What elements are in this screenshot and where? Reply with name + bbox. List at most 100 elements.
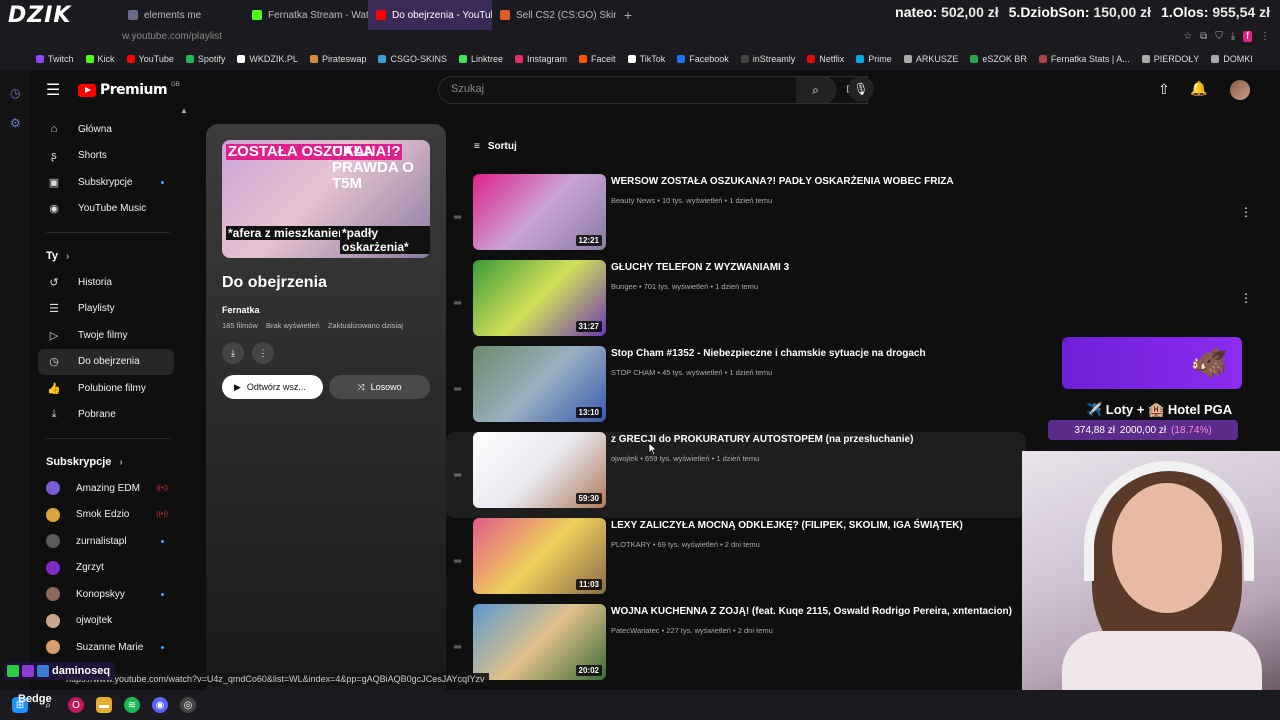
playlist-more-button[interactable]: ⋮ bbox=[252, 342, 274, 364]
subscription-item[interactable]: Smok Edzio ((•)) bbox=[30, 502, 186, 529]
upload-icon[interactable]: ⇧ bbox=[1158, 81, 1170, 98]
browser-tab[interactable]: Do obejrzenia - YouTube bbox=[368, 0, 492, 30]
bookmark-item[interactable]: Kick bbox=[85, 54, 115, 64]
video-title[interactable]: Stop Cham #1352 - Niebezpieczne i chamsk… bbox=[611, 348, 926, 359]
video-thumbnail[interactable]: 13:10 bbox=[473, 346, 606, 422]
bookmark-item[interactable]: inStreamly bbox=[740, 54, 795, 64]
bookmark-item[interactable]: DOMKI bbox=[1211, 54, 1253, 64]
video-thumbnail[interactable]: 20:02 bbox=[473, 604, 606, 680]
drag-handle-icon[interactable]: ═ bbox=[454, 556, 461, 567]
settings-rail-icon[interactable]: ⚙ bbox=[10, 116, 30, 130]
subscriptions-section-header[interactable]: Subskrypcje › bbox=[30, 449, 186, 475]
playlist-video-row[interactable]: ═ 13:10 Stop Cham #1352 - Niebezpieczne i … bbox=[446, 346, 1026, 432]
playlist-video-row[interactable]: ═ 31:27 GŁUCHY TELEFON Z WYZWANIAMI 3 Bunge… bbox=[446, 260, 1026, 346]
sidebar-item[interactable]: ⤓ Pobrane bbox=[30, 402, 186, 429]
video-thumbnail[interactable]: 11:03 bbox=[473, 518, 606, 594]
playlist-video-row[interactable]: ═ 12:21 WERSOW ZOSTAŁA OSZUKANA?! PADŁY OS… bbox=[446, 174, 1026, 260]
scroll-up-arrow-icon[interactable]: ▲ bbox=[180, 106, 188, 115]
play-all-button[interactable]: ▶ Odtwórz wsz... bbox=[222, 375, 323, 399]
sidebar-item[interactable]: ▣ Subskrypcje bbox=[30, 169, 186, 196]
shuffle-button[interactable]: ⤨ Losowo bbox=[329, 375, 430, 399]
sidebar-item[interactable]: ▷ Twoje filmy bbox=[30, 322, 186, 349]
sidebar-item[interactable]: ◷ Do obejrzenia bbox=[38, 348, 174, 375]
drag-handle-icon[interactable]: ═ bbox=[454, 298, 461, 309]
video-thumbnail[interactable]: 31:27 bbox=[473, 260, 606, 336]
extensions-icon[interactable]: ⧉ bbox=[1200, 31, 1207, 42]
bookmark-item[interactable]: Facebook bbox=[677, 54, 729, 64]
video-channel[interactable]: Bungee bbox=[611, 282, 637, 291]
video-channel[interactable]: Beauty News bbox=[611, 196, 655, 205]
drag-handle-icon[interactable]: ═ bbox=[454, 642, 461, 653]
sidebar-item[interactable]: ⌂ Główna bbox=[30, 116, 186, 143]
you-section-header[interactable]: Ty › bbox=[30, 243, 186, 269]
subscription-item[interactable]: ojwojtek bbox=[30, 608, 186, 635]
discord-icon[interactable]: ◉ bbox=[152, 697, 168, 713]
video-title[interactable]: LEXY ZALICZYŁA MOCNĄ ODKLEJKĘ? (FILIPEK,… bbox=[611, 520, 963, 531]
file-explorer-icon[interactable]: ▬ bbox=[96, 697, 112, 713]
video-title[interactable]: WERSOW ZOSTAŁA OSZUKANA?! PADŁY OSKARŻEN… bbox=[611, 176, 954, 187]
sidebar-item[interactable]: ◉ YouTube Music bbox=[30, 196, 186, 223]
browser-tab[interactable]: Sell CS2 (CS:GO) Skins | bbox=[492, 0, 616, 30]
subscription-item[interactable]: Suzanne Marie bbox=[30, 634, 186, 661]
sidebar-item[interactable]: ☰ Playlisty bbox=[30, 296, 186, 323]
video-channel[interactable]: PLOTKARY bbox=[611, 540, 651, 549]
bookmark-item[interactable]: Spotify bbox=[185, 54, 225, 64]
browser-tab[interactable]: elements me bbox=[120, 0, 244, 30]
bookmark-item[interactable]: YouTube bbox=[126, 54, 174, 64]
video-thumbnail[interactable]: 12:21 bbox=[473, 174, 606, 250]
browser-tab[interactable]: Fernatka Stream - Watch bbox=[244, 0, 368, 30]
download-icon[interactable]: ⤓ bbox=[1231, 31, 1235, 42]
bookmark-item[interactable]: ARKUSZE bbox=[903, 54, 958, 64]
subscription-item[interactable]: Konopskyy bbox=[30, 581, 186, 608]
bookmark-item[interactable]: WKDZIK.PL bbox=[237, 54, 298, 64]
address-bar[interactable]: w.youtube.com/playlist ☆ ⧉ ⛉ ⤓ f ⋮ bbox=[0, 30, 1280, 48]
url-text[interactable]: w.youtube.com/playlist bbox=[122, 31, 222, 42]
video-channel[interactable]: ojwojtek bbox=[611, 454, 638, 463]
bookmark-item[interactable]: Linktree bbox=[458, 54, 503, 64]
drag-handle-icon[interactable]: ═ bbox=[454, 470, 461, 481]
bookmark-item[interactable]: Pirateswap bbox=[309, 54, 366, 64]
bookmark-item[interactable]: CSGO-SKINS bbox=[378, 54, 447, 64]
sort-button[interactable]: ≡ Sortuj bbox=[474, 141, 517, 152]
spotify-icon[interactable]: ≋ bbox=[124, 697, 140, 713]
subscription-item[interactable]: Zgrzyt bbox=[30, 555, 186, 582]
sidebar-item[interactable]: ʂ Shorts bbox=[30, 143, 186, 170]
download-playlist-button[interactable]: ⤓ bbox=[222, 342, 244, 364]
video-title[interactable]: WOJNA KUCHENNA Z ZOJĄ! (feat. Kuqe 2115,… bbox=[611, 606, 1012, 617]
bookmark-item[interactable]: Twitch bbox=[36, 54, 74, 64]
bookmark-item[interactable]: Prime bbox=[856, 54, 892, 64]
history-rail-icon[interactable]: ◷ bbox=[10, 86, 30, 100]
bookmark-item[interactable]: PIERDOŁY bbox=[1141, 54, 1199, 64]
video-title[interactable]: GŁUCHY TELEFON Z WYZWANIAMI 3 bbox=[611, 262, 789, 273]
menu-dots-icon[interactable]: ⋮ bbox=[1260, 31, 1270, 42]
notifications-bell-icon[interactable]: 🔔 bbox=[1190, 80, 1207, 97]
account-avatar[interactable] bbox=[1230, 80, 1250, 100]
subscription-item[interactable]: Amazing EDM ((•)) bbox=[30, 475, 186, 502]
video-more-icon[interactable]: ⋮ bbox=[1240, 205, 1252, 219]
drag-handle-icon[interactable]: ═ bbox=[454, 384, 461, 395]
bookmark-item[interactable]: Faceit bbox=[579, 54, 616, 64]
search-input[interactable] bbox=[449, 82, 769, 96]
opera-gx-icon[interactable]: O bbox=[68, 697, 84, 713]
playlist-owner[interactable]: Fernatka bbox=[222, 305, 260, 315]
profile-icon[interactable]: f bbox=[1243, 31, 1252, 42]
hamburger-menu-icon[interactable]: ☰ bbox=[46, 80, 60, 100]
shield-icon[interactable]: ⛉ bbox=[1215, 31, 1223, 42]
bookmark-item[interactable]: Netflix bbox=[807, 54, 844, 64]
voice-search-button[interactable]: 🎙 bbox=[848, 76, 874, 102]
bookmark-star-icon[interactable]: ☆ bbox=[1183, 31, 1192, 42]
bookmark-item[interactable]: Instagram bbox=[515, 54, 567, 64]
playlist-video-row[interactable]: ═ 20:02 WOJNA KUCHENNA Z ZOJĄ! (feat. Kuqe… bbox=[446, 604, 1026, 690]
youtube-premium-logo[interactable]: Premium GB bbox=[78, 82, 180, 98]
bookmark-item[interactable]: Fernatka Stats | A... bbox=[1038, 54, 1130, 64]
video-channel[interactable]: STOP CHAM bbox=[611, 368, 655, 377]
subscription-item[interactable]: zurnalistapl bbox=[30, 528, 186, 555]
search-button[interactable]: ⌕ bbox=[796, 76, 836, 104]
playlist-video-row[interactable]: ═ 59:30 z GRECJI do PROKURATURY AUTOSTOPEM… bbox=[446, 432, 1026, 518]
video-thumbnail[interactable]: 59:30 bbox=[473, 432, 606, 508]
new-tab-button[interactable]: + bbox=[616, 0, 640, 30]
playlist-thumbnail[interactable]: ZOSTAŁA OSZUKANA!? CAŁA PRAWDA O T5M *af… bbox=[222, 140, 430, 258]
video-channel[interactable]: PatecWariatec bbox=[611, 626, 660, 635]
sidebar-item[interactable]: 👍 Polubione filmy bbox=[30, 375, 186, 402]
bookmark-item[interactable]: TikTok bbox=[627, 54, 665, 64]
